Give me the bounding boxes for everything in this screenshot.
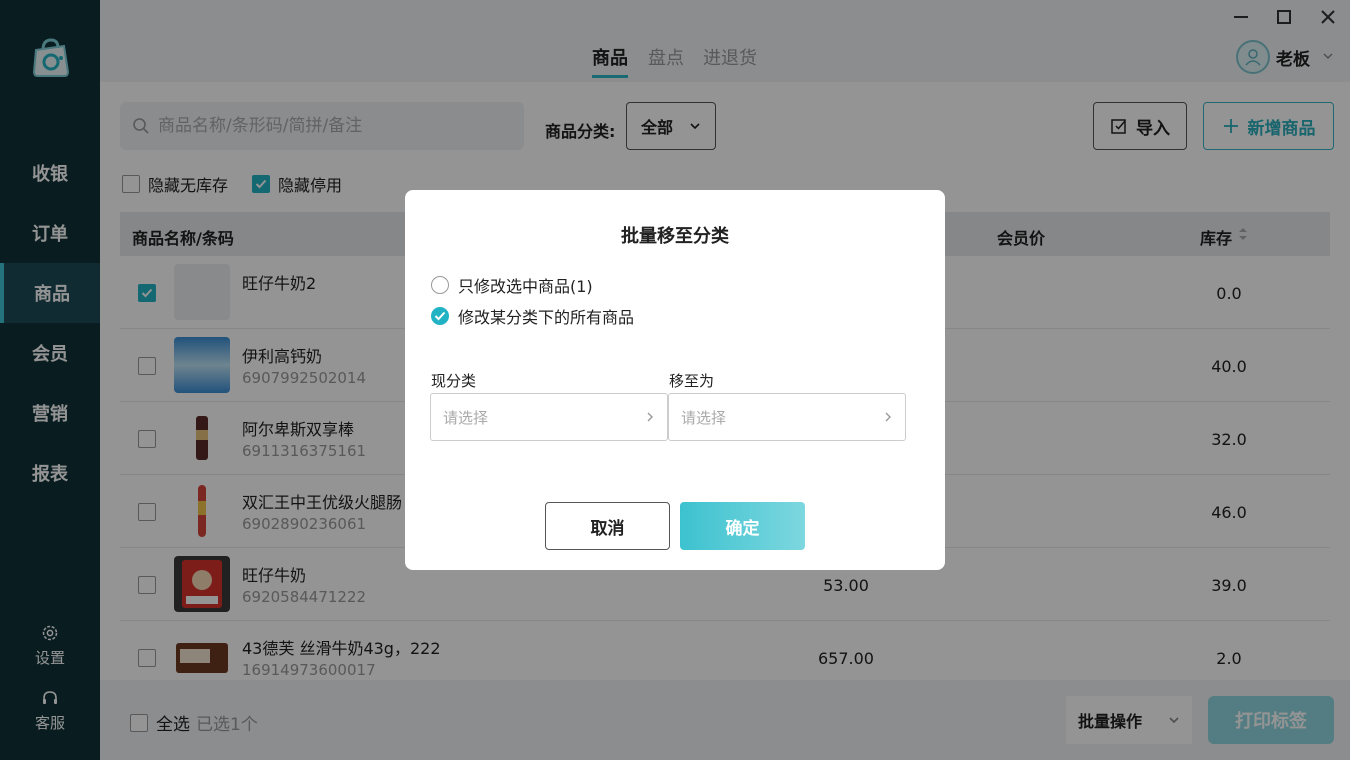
batch-move-category-dialog: 批量移至分类 只修改选中商品(1) 修改某分类下的所有商品 现分类 移至为 请选… <box>405 190 945 570</box>
radio-button[interactable] <box>431 276 449 294</box>
chevron-right-icon <box>885 412 891 422</box>
current-category-placeholder: 请选择 <box>443 408 489 427</box>
current-category-picker[interactable]: 请选择 <box>430 393 668 441</box>
target-category-label: 移至为 <box>669 372 715 390</box>
confirm-button[interactable]: 确定 <box>680 502 805 550</box>
radio-all-in-category[interactable]: 修改某分类下的所有商品 <box>431 304 634 328</box>
dialog-title: 批量移至分类 <box>621 226 729 247</box>
check-icon <box>434 311 446 321</box>
target-category-placeholder: 请选择 <box>681 408 727 427</box>
target-category-picker[interactable]: 请选择 <box>668 393 906 441</box>
radio-selected-only[interactable]: 只修改选中商品(1) <box>431 273 593 297</box>
radio-selected-only-label: 只修改选中商品(1) <box>458 277 593 296</box>
radio-button-checked[interactable] <box>431 307 449 325</box>
cancel-button[interactable]: 取消 <box>545 502 670 550</box>
chevron-right-icon <box>647 412 653 422</box>
current-category-label: 现分类 <box>431 372 477 390</box>
radio-all-in-category-label: 修改某分类下的所有商品 <box>458 308 635 327</box>
modal-overlay[interactable]: 批量移至分类 只修改选中商品(1) 修改某分类下的所有商品 现分类 移至为 请选… <box>0 0 1350 760</box>
